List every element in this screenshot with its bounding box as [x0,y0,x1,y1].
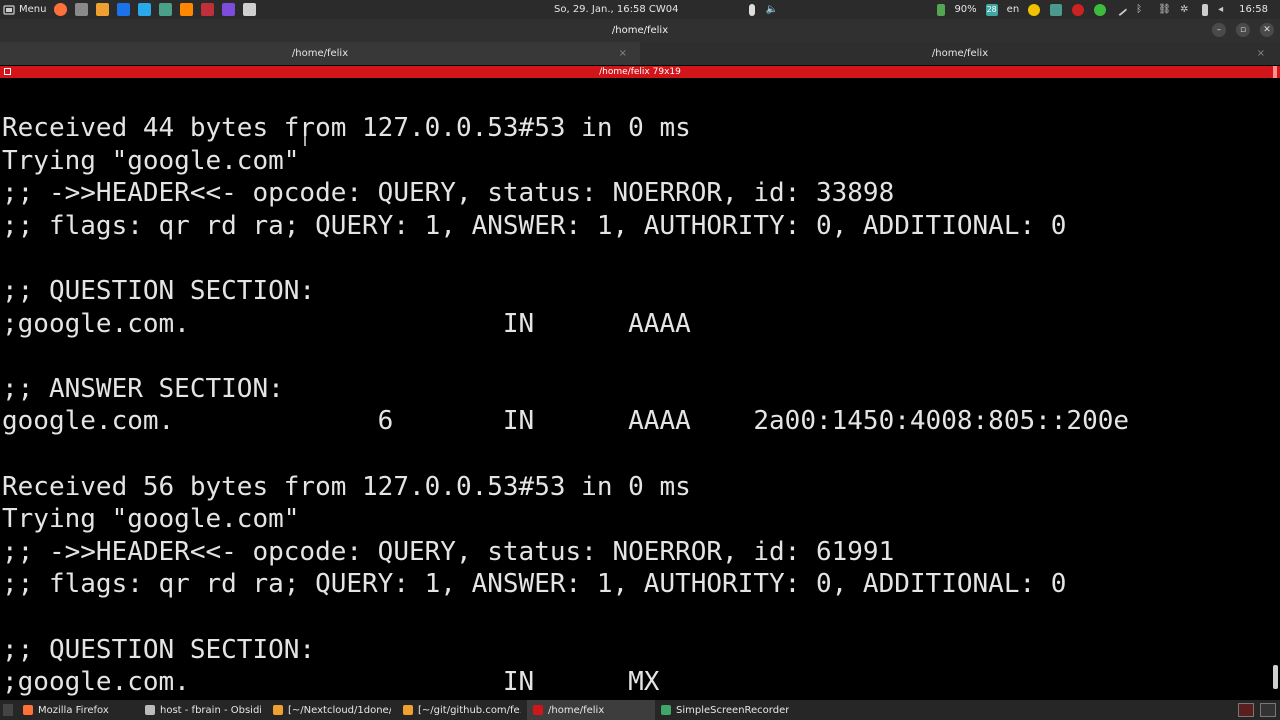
close-button[interactable]: ✕ [1260,23,1274,37]
workspace-switcher [1238,700,1280,720]
taskbar-item-label: [~/Nextcloud/1done/... [288,704,391,716]
taskbar-item-label: [~/git/github.com/fe... [418,704,521,716]
keyboard-layout[interactable]: en [1007,4,1020,15]
terminal-line: Received 44 bytes from 127.0.0.53#53 in … [2,113,691,143]
pane-title: /home/felix 79x19 [599,67,681,77]
menu-label: Menu [19,4,47,15]
system-tray: 🔈 90% 28 en ᛒ ⛓ ✲ ◂ 16:58 [744,0,1280,19]
vlc-icon[interactable] [180,3,194,16]
recorder-icon [661,705,671,715]
terminal-line: ;; flags: qr rd ra; QUERY: 1, ANSWER: 1,… [2,569,1067,600]
sublime-icon [403,705,413,715]
launcher-bar [50,3,260,16]
tab-label: /home/felix [291,48,349,59]
bluetooth-icon[interactable]: ᛒ [1136,4,1148,16]
taskbar-item-label: host - fbrain - Obsidia... [160,704,261,716]
settings-icon[interactable]: ✲ [1180,4,1192,16]
battery-percent: 90% [954,4,977,15]
taskbar-item-label: Mozilla Firefox [38,704,109,716]
top-panel: Menu So, 29. Jan., 16:58 CW04 🔈 90% 28 e… [0,0,1280,19]
taskbar-item[interactable]: Mozilla Firefox [17,700,139,720]
telegram-icon[interactable] [138,3,152,16]
firefox-icon [23,705,33,715]
files-icon[interactable] [75,3,89,16]
terminal-lines: Received 44 bytes from 127.0.0.53#53 in … [2,112,1129,699]
pane-header[interactable]: /home/felix 79x19 [0,66,1280,78]
menu-button[interactable]: Menu [0,0,50,19]
taskbar-item-label: /home/felix [548,704,605,716]
window-controls: – ▫ ✕ [1212,23,1274,37]
window-titlebar[interactable]: /home/felix – ▫ ✕ [0,19,1280,42]
mail-icon[interactable] [243,3,257,16]
pane-split-icon[interactable] [4,68,11,75]
calendar-icon[interactable]: 28 [985,3,998,16]
workspace-1-icon[interactable] [1238,703,1254,717]
terminal-line: Trying "google.com" [2,504,300,535]
maximize-button[interactable]: ▫ [1236,23,1250,37]
taskbar-item[interactable]: host - fbrain - Obsidia... [139,700,267,720]
panel-left: Menu [0,0,260,19]
taskbar-item[interactable]: SimpleScreenRecorder [655,700,795,720]
pen-icon[interactable] [1114,3,1128,16]
pane-edge-marker [1273,66,1277,78]
phone-icon[interactable] [1202,3,1209,16]
terminal-line: google.com. 6 IN AAAA 2a00:1450:4008:805… [2,406,1130,437]
tab-close-icon[interactable]: × [1257,42,1265,65]
terminal-icon [533,705,543,715]
terminal-output[interactable]: Received 44 bytes from 127.0.0.53#53 in … [0,78,1280,700]
clock-time[interactable]: 16:58 [1239,4,1268,15]
bitwarden-icon[interactable] [117,3,131,16]
terminal-line: ;google.com. IN AAAA [2,308,691,339]
terminal-line: ;; ->>HEADER<<- opcode: QUERY, status: N… [2,536,895,567]
sublime-icon[interactable] [96,3,110,16]
terminal-scrollbar[interactable] [1273,665,1278,689]
terminal-line: Trying "google.com" [2,145,300,176]
task-list: Mozilla Firefox host - fbrain - Obsidia..… [17,700,795,720]
taskbar-item[interactable]: [~/git/github.com/fe... [397,700,527,720]
terminal-line: ;; QUESTION SECTION: [2,275,316,306]
terminal-line: ;google.com. IN MX [2,667,660,698]
network-tool-icon[interactable] [159,3,173,16]
record-icon[interactable] [1072,3,1085,16]
workspace-2-icon[interactable] [1260,703,1276,717]
tab-label: /home/felix [931,48,989,59]
clock-date[interactable]: So, 29. Jan., 16:58 CW04 [554,0,678,19]
terminal-line: ;; ->>HEADER<<- opcode: QUERY, status: N… [2,178,895,209]
minimize-button[interactable]: – [1212,23,1226,37]
taskbar-item-label: SimpleScreenRecorder [676,704,789,716]
taskbar-item[interactable]: /home/felix [527,700,655,720]
tab-close-icon[interactable]: × [619,42,627,65]
terminal-line: ;; ANSWER SECTION: [2,373,284,404]
sublime-icon [273,705,283,715]
terminal-line: Received 56 bytes from 127.0.0.53#53 in … [2,471,691,502]
terminal-line: ;; flags: qr rd ra; QUERY: 1, ANSWER: 1,… [2,210,1067,241]
obsidian-icon[interactable] [222,3,236,16]
obsidian-icon [145,705,155,715]
firefox-icon[interactable] [54,3,68,16]
speaker-icon[interactable]: ◂ [1218,4,1230,16]
taskbar: Mozilla Firefox host - fbrain - Obsidia..… [0,700,1280,720]
taskbar-item[interactable]: [~/Nextcloud/1done/... [267,700,397,720]
show-desktop-button[interactable] [3,704,13,716]
tab-bar: /home/felix × /home/felix × [0,42,1280,65]
terminal-line: ;; QUESTION SECTION: [2,634,316,665]
menu-icon [3,4,15,15]
emoji-icon[interactable] [1028,3,1041,16]
tab-2[interactable]: /home/felix × [640,42,1280,65]
volume-icon[interactable]: 🔈 [765,4,777,16]
link-icon[interactable]: ⛓ [1158,4,1171,16]
microphone-icon[interactable] [749,3,756,16]
window-title: /home/felix [611,25,669,36]
mouse-cursor [304,136,306,146]
battery-icon[interactable] [937,3,946,16]
check-icon[interactable] [1094,3,1107,16]
screenshot-icon[interactable] [1050,3,1063,16]
tab-1[interactable]: /home/felix × [0,42,640,65]
remote-app-icon[interactable] [201,3,215,16]
